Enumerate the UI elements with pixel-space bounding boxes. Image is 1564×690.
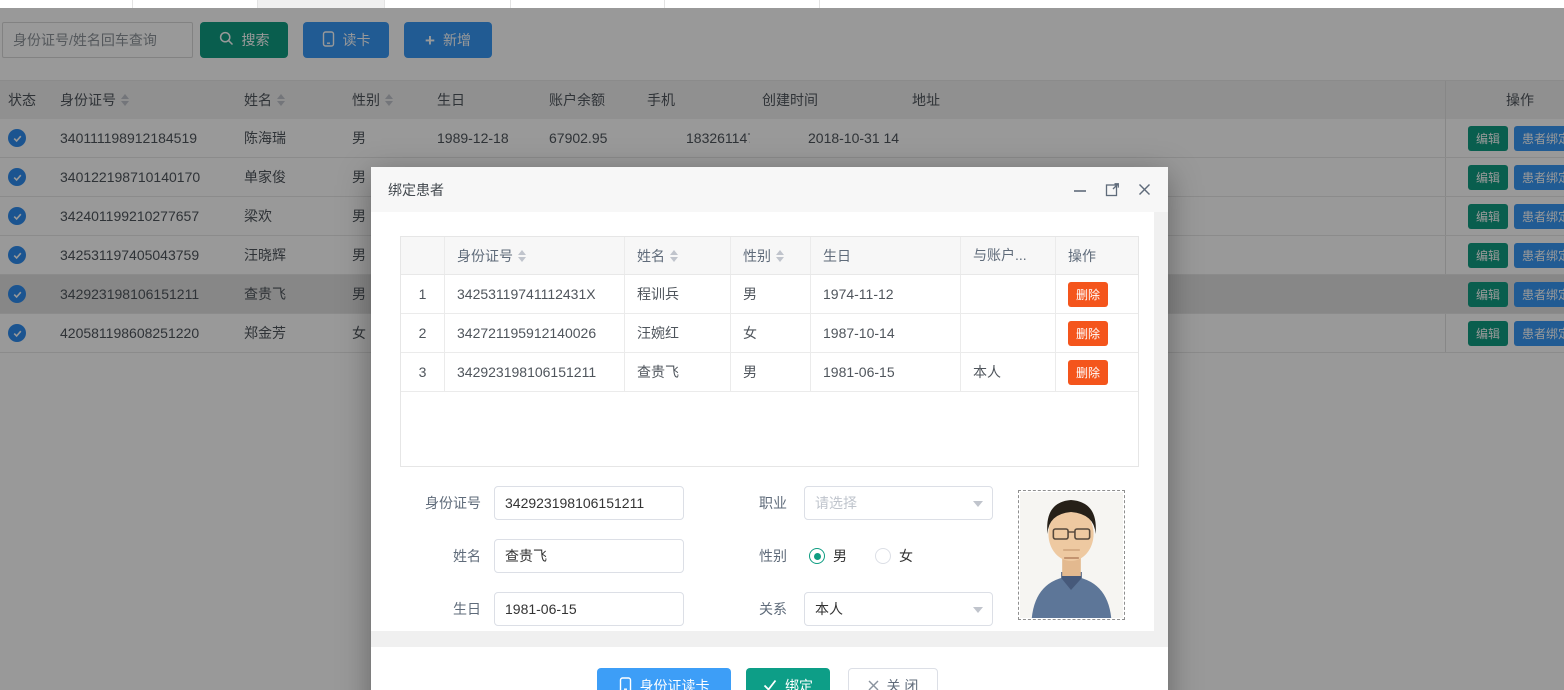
cell-birthday: 1981-06-15 (811, 353, 961, 391)
cell-gender: 男 (731, 353, 811, 391)
cell-relation: 本人 (961, 353, 1056, 391)
relation-select-value: 本人 (815, 599, 843, 619)
modal-title: 绑定患者 (388, 180, 444, 200)
tab-4[interactable] (385, 0, 511, 8)
name-label: 姓名 (389, 539, 481, 573)
minimize-icon[interactable] (1073, 183, 1087, 197)
name-field-value: 查贵飞 (505, 546, 547, 566)
cell-relation (961, 314, 1056, 352)
tab-1[interactable] (0, 0, 133, 8)
gender-male-radio[interactable]: 男 (809, 546, 847, 566)
tab-2[interactable] (133, 0, 258, 8)
cell-name: 汪婉红 (625, 314, 731, 352)
header-actions: 操作 (1056, 237, 1138, 274)
sort-carets-icon[interactable] (670, 250, 678, 262)
read-id-card-button[interactable]: 身份证读卡 (597, 668, 731, 690)
cell-index: 1 (401, 275, 445, 313)
chevron-down-icon (973, 501, 983, 507)
header-gender[interactable]: 性别 (731, 237, 811, 274)
occupation-label: 职业 (711, 486, 787, 520)
delete-button[interactable]: 删除 (1068, 360, 1108, 385)
close-button-label: 关 闭 (887, 676, 919, 690)
maximize-icon[interactable] (1105, 182, 1120, 197)
cell-name: 查贵飞 (625, 353, 731, 391)
header-birthday: 生日 (811, 237, 961, 274)
birthday-field-value: 1981-06-15 (505, 601, 577, 617)
app-screen: 搜索 读卡 + 新增 状态 身份证号 姓名 性别 生日 账户余额 手机 创建时间… (0, 0, 1564, 690)
relation-select[interactable]: 本人 (804, 592, 993, 626)
cell-id: 34253119741112431X (445, 275, 625, 313)
read-id-card-label: 身份证读卡 (640, 676, 710, 690)
tab-bar-spacer (820, 0, 1564, 8)
check-icon (763, 678, 777, 690)
patient-photo (1018, 490, 1125, 620)
patient-row[interactable]: 1 34253119741112431X 程训兵 男 1974-11-12 删除 (401, 275, 1138, 314)
delete-button[interactable]: 删除 (1068, 321, 1108, 346)
header-id[interactable]: 身份证号 (445, 237, 625, 274)
occupation-placeholder: 请选择 (815, 493, 857, 513)
cell-gender: 男 (731, 275, 811, 313)
patient-row[interactable]: 2 342721195912140026 汪婉红 女 1987-10-14 删除 (401, 314, 1138, 353)
sort-carets-icon[interactable] (776, 250, 784, 262)
gender-female-label: 女 (899, 546, 913, 566)
id-field-value: 342923198106151211 (505, 495, 644, 511)
id-label: 身份证号 (389, 486, 481, 520)
cell-relation (961, 275, 1056, 313)
cell-birthday: 1974-11-12 (811, 275, 961, 313)
horizontal-scrollbar[interactable] (371, 631, 1154, 647)
close-x-icon (868, 678, 879, 690)
cell-index: 3 (401, 353, 445, 391)
tab-3-active[interactable] (258, 0, 385, 8)
chevron-down-icon (973, 607, 983, 613)
gender-label: 性别 (711, 539, 787, 573)
sort-carets-icon[interactable] (518, 250, 526, 262)
cell-birthday: 1987-10-14 (811, 314, 961, 352)
cell-index: 2 (401, 314, 445, 352)
relation-label: 关系 (711, 592, 787, 626)
close-icon[interactable] (1138, 183, 1151, 196)
tab-strip (0, 0, 1564, 8)
bind-patient-modal: 绑定患者 身份证号 姓名 性别 生日 与账户... 操作 1 342531197… (371, 167, 1168, 690)
id-card-icon (619, 677, 632, 690)
cell-gender: 女 (731, 314, 811, 352)
cell-name: 程训兵 (625, 275, 731, 313)
modal-header: 绑定患者 (371, 167, 1168, 212)
vertical-scrollbar[interactable] (1154, 212, 1168, 647)
bound-patients-header: 身份证号 姓名 性别 生日 与账户... 操作 (401, 237, 1138, 275)
cell-id: 342923198106151211 (445, 353, 625, 391)
radio-unselected-icon (875, 548, 891, 564)
birthday-field[interactable]: 1981-06-15 (494, 592, 684, 626)
delete-button[interactable]: 删除 (1068, 282, 1108, 307)
close-button[interactable]: 关 闭 (848, 668, 938, 690)
name-field[interactable]: 查贵飞 (494, 539, 684, 573)
tab-6[interactable] (665, 0, 820, 8)
birthday-label: 生日 (389, 592, 481, 626)
occupation-select[interactable]: 请选择 (804, 486, 993, 520)
bind-button-label: 绑定 (785, 676, 813, 690)
header-name[interactable]: 姓名 (625, 237, 731, 274)
gender-male-label: 男 (833, 546, 847, 566)
header-relation: 与账户... (961, 237, 1056, 274)
radio-selected-icon (809, 548, 825, 564)
id-field[interactable]: 342923198106151211 (494, 486, 684, 520)
gender-female-radio[interactable]: 女 (875, 546, 913, 566)
tab-5[interactable] (511, 0, 665, 8)
patient-row[interactable]: 3 342923198106151211 查贵飞 男 1981-06-15 本人… (401, 353, 1138, 392)
bind-button[interactable]: 绑定 (746, 668, 830, 690)
bound-patients-table: 身份证号 姓名 性别 生日 与账户... 操作 1 34253119741112… (400, 236, 1139, 467)
cell-id: 342721195912140026 (445, 314, 625, 352)
header-index (401, 237, 445, 274)
